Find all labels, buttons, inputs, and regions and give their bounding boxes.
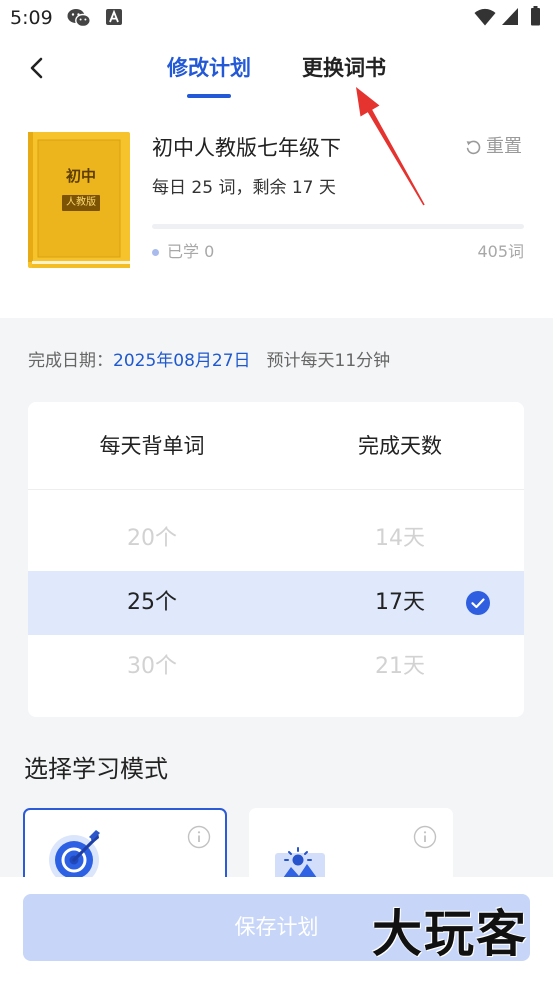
info-icon[interactable] [187,825,211,849]
refresh-icon [466,140,481,154]
finish-date-value: 2025年08月27日 [113,351,251,371]
active-tab-indicator [187,94,231,98]
status-time: 5:09 [10,7,53,29]
book-cover-title: 初中 [65,167,96,185]
tab-change-book[interactable]: 更换词书 [289,54,399,82]
book-cover: 初中 人教版 [28,132,130,268]
wechat-icon [67,9,91,28]
book-cover-tag: 人教版 [62,195,100,211]
picker-header-days: 完成天数 [358,434,442,458]
picker-header: 每天背单词 完成天数 [28,402,524,490]
picker-words: 25个 [127,590,177,615]
watermark: 大玩客 [372,905,528,963]
study-mode-title: 选择学习模式 [24,755,168,783]
picker-words: 20个 [127,526,177,551]
battery-icon [531,6,540,26]
finish-date-label: 完成日期： [28,351,113,371]
daily-time-estimate: 预计每天11分钟 [266,351,391,371]
back-chevron-left-icon[interactable] [27,56,47,80]
plan-summary: 每日 25 词，剩余 17 天 [152,178,336,198]
wifi-icon [474,8,496,26]
reset-label: 重置 [486,136,522,157]
picker-row[interactable]: 30个 21天 [28,635,524,699]
learned-dot-icon [152,249,159,256]
picker-words: 30个 [127,654,177,679]
progress-bar [152,224,524,229]
reset-button[interactable]: 重置 [465,136,522,158]
text-notification-icon [106,9,122,25]
signal-icon [502,8,518,25]
picker-header-words: 每天背单词 [99,434,205,458]
learned-count: 已学 0 [167,242,215,261]
book-title: 初中人教版七年级下 [152,136,341,160]
check-circle-icon [466,591,490,615]
plan-picker: 每天背单词 完成天数 20个 14天 25个 17天 30个 21天 [28,402,524,717]
tab-edit-plan[interactable]: 修改计划 [154,54,264,82]
finish-date-line: 完成日期：2025年08月27日 预计每天11分钟 [28,350,390,372]
total-words: 405词 [477,242,524,261]
info-icon[interactable] [413,825,437,849]
picker-row[interactable]: 20个 14天 [28,507,524,571]
picker-row[interactable]: 25个 17天 [28,571,524,635]
footer-bar: 保存计划 大玩客 [0,877,553,984]
picker-days: 21天 [375,654,425,679]
picker-days: 14天 [375,526,425,551]
picker-divider [28,489,524,490]
